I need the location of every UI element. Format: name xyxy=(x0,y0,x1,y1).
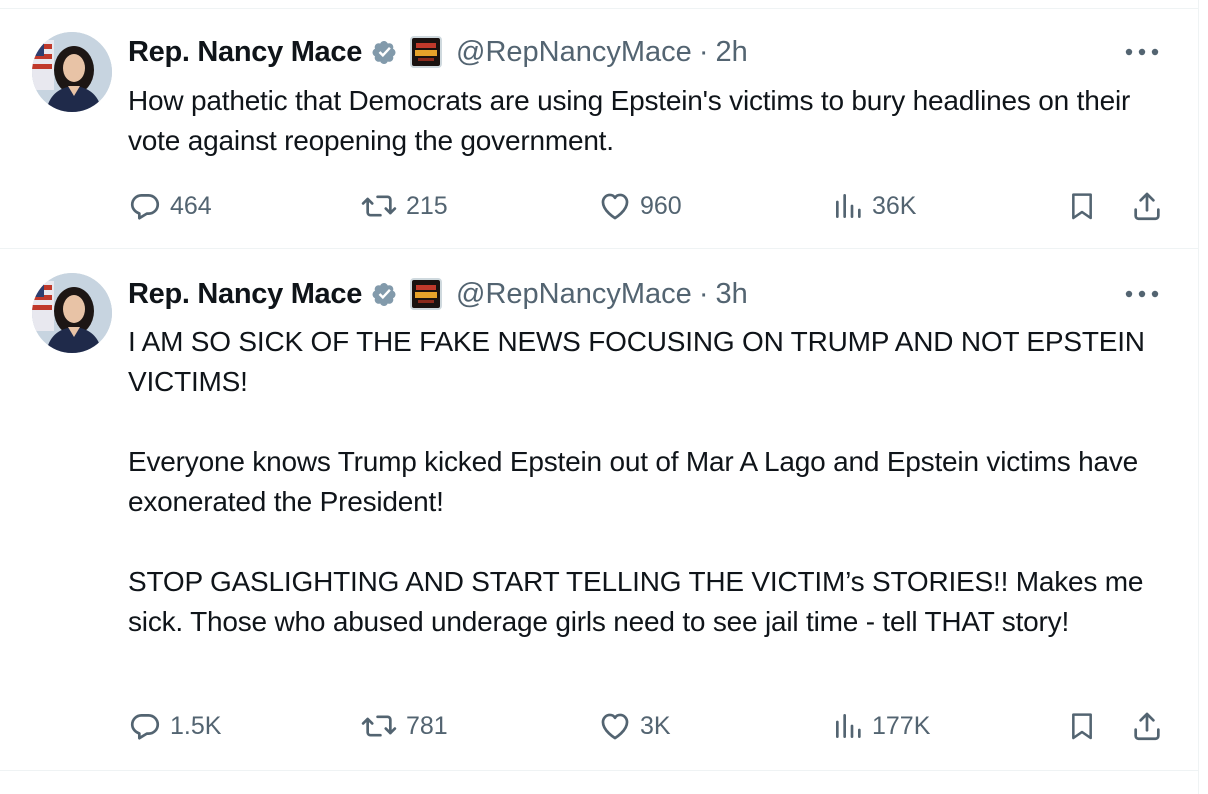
affiliate-badge-icon[interactable] xyxy=(410,36,443,68)
more-options-icon[interactable] xyxy=(1122,279,1162,309)
bookmark-icon xyxy=(1072,193,1092,220)
tweet[interactable]: Rep. Nancy Mace @RepNancyMace · 3h I AM … xyxy=(0,249,1198,771)
reply-count: 464 xyxy=(170,191,212,220)
like-count: 3K xyxy=(640,711,671,740)
affiliate-badge-icon[interactable] xyxy=(410,278,443,310)
repost-button[interactable]: 781 xyxy=(360,706,448,746)
views-icon xyxy=(836,714,861,738)
like-count: 960 xyxy=(640,191,682,220)
reply-icon xyxy=(130,194,160,220)
author-handle[interactable]: @RepNancyMace xyxy=(456,278,692,311)
views-button[interactable]: 36K xyxy=(832,186,916,226)
tweet-actions: 1.5K 781 3K 177K xyxy=(128,706,1168,746)
verified-badge-icon[interactable] xyxy=(370,37,400,67)
like-icon xyxy=(601,193,629,220)
avatar[interactable] xyxy=(32,273,112,353)
like-button[interactable]: 960 xyxy=(598,186,682,226)
like-button[interactable]: 3K xyxy=(598,706,671,746)
views-count: 177K xyxy=(872,711,931,740)
tweet-text: How pathetic that Democrats are using Ep… xyxy=(128,85,1138,156)
tweet-actions: 464 215 960 36K xyxy=(128,186,1168,226)
author-name[interactable]: Rep. Nancy Mace xyxy=(128,278,362,311)
views-button[interactable]: 177K xyxy=(832,706,930,746)
timestamp[interactable]: 2h xyxy=(715,36,747,69)
more-options-icon[interactable] xyxy=(1122,37,1162,67)
share-button[interactable] xyxy=(1130,706,1164,746)
separator: · xyxy=(698,35,709,68)
author-handle[interactable]: @RepNancyMace xyxy=(456,36,692,69)
timeline: Rep. Nancy Mace @RepNancyMace · 2h How p… xyxy=(0,0,1199,794)
verified-badge-icon[interactable] xyxy=(370,279,400,309)
avatar[interactable] xyxy=(32,32,112,112)
bookmark-button[interactable] xyxy=(1066,706,1098,746)
bookmark-icon xyxy=(1072,713,1092,740)
reply-button[interactable]: 464 xyxy=(128,186,212,226)
repost-icon xyxy=(361,715,397,737)
like-icon xyxy=(601,713,629,740)
reply-count: 1.5K xyxy=(170,711,222,740)
share-icon xyxy=(1134,712,1160,741)
author-name[interactable]: Rep. Nancy Mace xyxy=(128,36,362,69)
reply-button[interactable]: 1.5K xyxy=(128,706,221,746)
repost-count: 781 xyxy=(406,711,448,740)
tweet-text: I AM SO SICK OF THE FAKE NEWS FOCUSING O… xyxy=(128,326,1145,637)
views-count: 36K xyxy=(872,191,917,220)
repost-icon xyxy=(361,195,397,217)
views-icon xyxy=(836,194,861,218)
bookmark-button[interactable] xyxy=(1066,186,1098,226)
tweet-header: Rep. Nancy Mace @RepNancyMace · 2h xyxy=(128,32,748,72)
tweet-header: Rep. Nancy Mace @RepNancyMace · 3h xyxy=(128,274,748,314)
share-button[interactable] xyxy=(1130,186,1164,226)
tweet[interactable]: Rep. Nancy Mace @RepNancyMace · 2h How p… xyxy=(0,9,1198,249)
repost-count: 215 xyxy=(406,191,448,220)
share-icon xyxy=(1134,192,1160,221)
repost-button[interactable]: 215 xyxy=(360,186,448,226)
timestamp[interactable]: 3h xyxy=(715,278,747,311)
reply-icon xyxy=(130,714,160,740)
separator: · xyxy=(698,277,709,310)
